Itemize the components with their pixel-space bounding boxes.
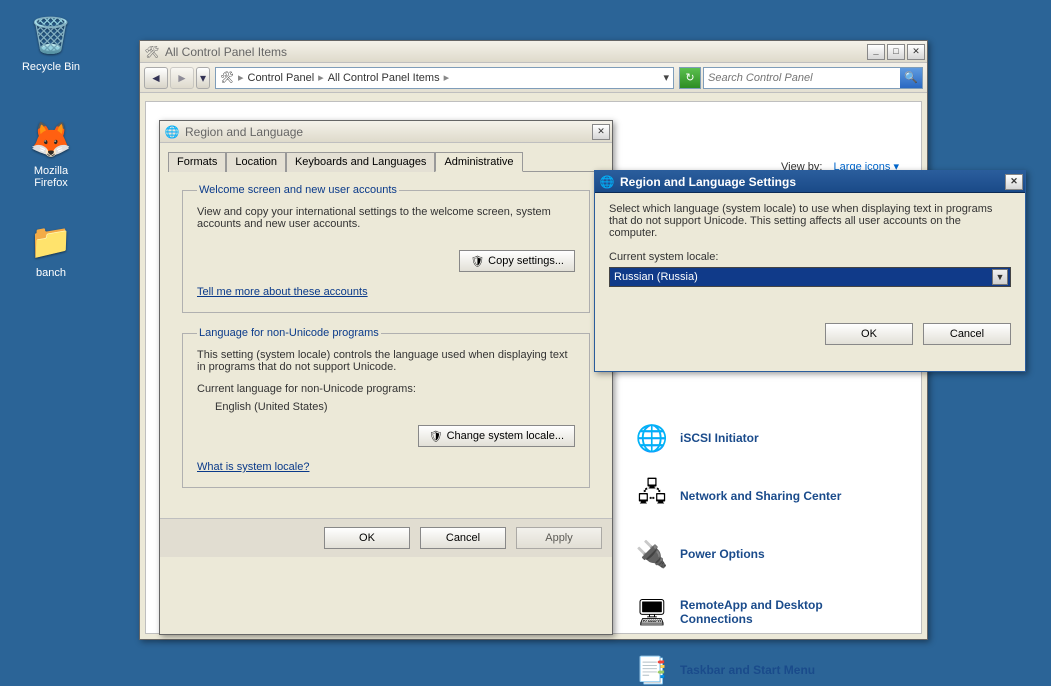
refresh-button[interactable]: ↻ [679,67,701,89]
dialog-title: Region and Language [185,125,590,139]
search-input[interactable] [704,72,900,84]
cancel-button[interactable]: Cancel [420,527,506,549]
locale-description: Select which language (system locale) to… [609,203,1011,239]
toolbar: ◄ ► ▾ 🛠 ▸ Control Panel ▸ All Control Pa… [140,63,927,93]
history-dropdown[interactable]: ▾ [196,67,210,89]
ok-button[interactable]: OK [324,527,410,549]
control-panel-item-list: 🌐 iSCSI Initiator 🖧 Network and Sharing … [636,422,870,686]
firefox-icon: 🦊 [29,118,73,162]
cp-item-remoteapp[interactable]: 🖥 RemoteApp and Desktop Connections [636,596,870,628]
tab-keyboards[interactable]: Keyboards and Languages [286,152,436,172]
cp-item-taskbar[interactable]: 📑 Taskbar and Start Menu [636,654,870,686]
tab-location[interactable]: Location [226,152,286,172]
tab-panel-administrative: Welcome screen and new user accounts Vie… [168,172,604,510]
cp-item-iscsi[interactable]: 🌐 iSCSI Initiator [636,422,870,454]
search-box[interactable]: 🔍 [703,67,923,89]
tell-me-more-link[interactable]: Tell me more about these accounts [197,286,575,298]
iscsi-icon: 🌐 [636,422,668,454]
desktop-icon-firefox[interactable]: 🦊 Mozilla Firefox [16,118,86,189]
cp-item-power[interactable]: 🔌 Power Options [636,538,870,570]
taskbar-icon: 📑 [636,654,668,686]
welcome-text: View and copy your international setting… [197,206,575,230]
control-panel-icon: 🛠 [220,71,234,84]
non-unicode-text: This setting (system locale) controls th… [197,349,575,373]
desktop-icon-recycle-bin[interactable]: 🗑️ Recycle Bin [16,14,86,73]
address-bar[interactable]: 🛠 ▸ Control Panel ▸ All Control Panel It… [215,67,674,89]
folder-icon: 📁 [29,220,73,264]
current-language-label: Current language for non-Unicode program… [197,383,575,395]
power-icon: 🔌 [636,538,668,570]
back-button[interactable]: ◄ [144,67,168,89]
cp-item-label: iSCSI Initiator [680,431,759,445]
chevron-down-icon[interactable]: ▾ [663,71,669,84]
minimize-button[interactable]: _ [867,44,885,60]
cp-item-label: Network and Sharing Center [680,489,841,503]
network-icon: 🖧 [636,480,668,512]
change-system-locale-button[interactable]: 🛡 Change system locale... [418,425,575,447]
shield-icon: 🛡 [429,430,443,443]
breadcrumb-item[interactable]: Control Panel [248,72,315,84]
ok-button[interactable]: OK [825,323,913,345]
non-unicode-group: Language for non-Unicode programs This s… [182,327,590,488]
titlebar[interactable]: 🛠 All Control Panel Items _ □ ✕ [140,41,927,63]
titlebar[interactable]: 🌐 Region and Language Settings ✕ [595,171,1025,193]
close-button[interactable]: ✕ [1005,174,1023,190]
current-language-value: English (United States) [215,401,575,413]
window-title: All Control Panel Items [165,45,865,59]
what-is-locale-link[interactable]: What is system locale? [197,461,575,473]
group-legend: Welcome screen and new user accounts [197,184,399,196]
group-legend: Language for non-Unicode programs [197,327,381,339]
close-button[interactable]: ✕ [592,124,610,140]
chevron-down-icon[interactable]: ▼ [992,269,1008,285]
desktop-icon-label: Recycle Bin [16,61,86,73]
maximize-button[interactable]: □ [887,44,905,60]
forward-button[interactable]: ► [170,67,194,89]
cp-item-label: Power Options [680,547,765,561]
apply-button[interactable]: Apply [516,527,602,549]
tab-administrative[interactable]: Administrative [435,152,522,172]
desktop-icon-folder[interactable]: 📁 banch [16,220,86,279]
cp-item-label: Taskbar and Start Menu [680,663,815,677]
locale-label: Current system locale: [609,251,1011,263]
locale-settings-dialog: 🌐 Region and Language Settings ✕ Select … [594,170,1026,372]
copy-settings-button[interactable]: 🛡 Copy settings... [459,250,575,272]
globe-icon: 🌐 [599,174,615,190]
welcome-screen-group: Welcome screen and new user accounts Vie… [182,184,590,313]
close-button[interactable]: ✕ [907,44,925,60]
desktop-icon-label: Mozilla Firefox [16,165,86,189]
desktop-icon-label: banch [16,267,86,279]
titlebar[interactable]: 🌐 Region and Language ✕ [160,121,612,143]
recycle-bin-icon: 🗑️ [29,14,73,58]
dialog-button-bar: OK Cancel Apply [160,518,612,557]
globe-icon: 🌐 [164,124,180,140]
shield-icon: 🛡 [470,255,484,268]
cp-item-label: RemoteApp and Desktop Connections [680,598,870,626]
cancel-button[interactable]: Cancel [923,323,1011,345]
tab-strip: Formats Location Keyboards and Languages… [168,151,604,172]
breadcrumb-item[interactable]: All Control Panel Items [328,72,440,84]
region-language-dialog: 🌐 Region and Language ✕ Formats Location… [159,120,613,635]
search-icon[interactable]: 🔍 [900,68,922,88]
locale-selected-value: Russian (Russia) [614,271,698,283]
cp-item-network[interactable]: 🖧 Network and Sharing Center [636,480,870,512]
remoteapp-icon: 🖥 [636,596,668,628]
dialog-title: Region and Language Settings [620,175,1003,189]
control-panel-icon: 🛠 [144,44,160,60]
tab-formats[interactable]: Formats [168,152,226,172]
locale-dropdown[interactable]: Russian (Russia) ▼ [609,267,1011,287]
